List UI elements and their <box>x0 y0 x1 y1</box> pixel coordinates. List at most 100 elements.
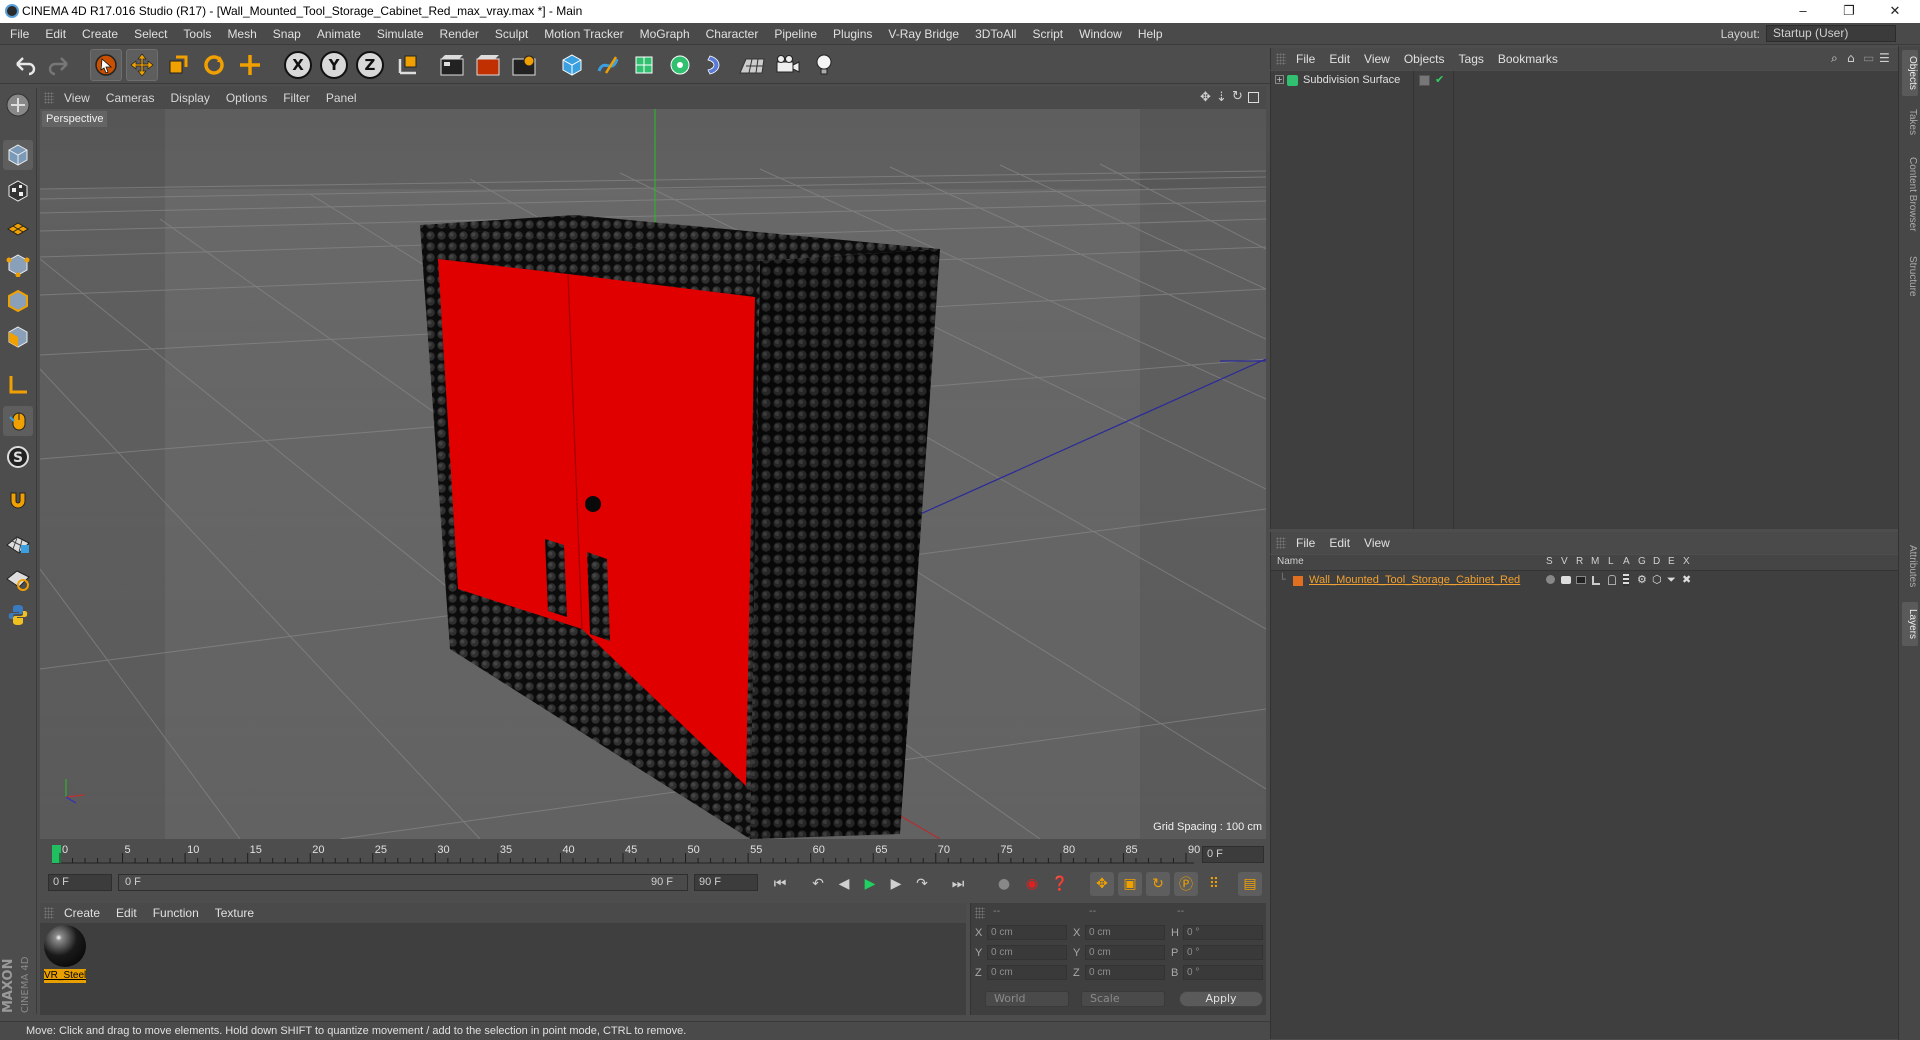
material-menu-create[interactable]: Create <box>56 903 108 923</box>
expand-icon[interactable]: + <box>1275 75 1284 84</box>
position-x-field[interactable]: 0 cm <box>987 925 1067 940</box>
coordinate-system-icon[interactable] <box>392 49 424 81</box>
search-icon[interactable]: ⌕ <box>1831 51 1838 66</box>
tab-attributes[interactable]: Attributes <box>1902 534 1918 598</box>
menu-select[interactable]: Select <box>126 23 175 45</box>
viewport-menu-filter[interactable]: Filter <box>275 87 318 109</box>
tab-structure[interactable]: Structure <box>1902 246 1918 306</box>
viewport-menu-view[interactable]: View <box>56 87 98 109</box>
xref-column-header[interactable]: X <box>1683 556 1690 567</box>
rotation-b-field[interactable]: 0 ° <box>1183 965 1263 980</box>
home-icon[interactable]: ⌂ <box>1847 51 1855 65</box>
name-column-header[interactable]: Name <box>1277 556 1304 567</box>
preview-range-slider[interactable]: 0 F 90 F <box>118 874 688 891</box>
animation-toggle-icon[interactable] <box>1623 574 1629 586</box>
y-axis-lock-button[interactable]: Y <box>318 49 350 81</box>
x-axis-lock-button[interactable]: X <box>282 49 314 81</box>
expressions-toggle-icon[interactable]: ⏷ <box>1667 573 1676 587</box>
menu-character[interactable]: Character <box>698 23 767 45</box>
panel-grip-icon[interactable] <box>975 907 985 919</box>
light-icon[interactable] <box>808 49 840 81</box>
size-x-field[interactable]: 0 cm <box>1085 925 1165 940</box>
size-y-field[interactable]: 0 cm <box>1085 945 1165 960</box>
tab-content-browser[interactable]: Content Browser <box>1902 146 1918 242</box>
material-menu-edit[interactable]: Edit <box>108 903 145 923</box>
render-settings-icon[interactable] <box>508 49 540 81</box>
apply-button[interactable]: Apply <box>1179 991 1263 1007</box>
key-parameter-icon[interactable]: Ⓟ <box>1174 872 1198 896</box>
material-menu-function[interactable]: Function <box>145 903 207 923</box>
points-mode-icon[interactable] <box>3 250 33 280</box>
tab-layers[interactable]: Layers <box>1902 602 1918 646</box>
rotate-tool-icon[interactable] <box>198 49 230 81</box>
menu-render[interactable]: Render <box>432 23 487 45</box>
key-position-icon[interactable]: ✥ <box>1090 872 1114 896</box>
viewport-menu-display[interactable]: Display <box>162 87 217 109</box>
next-key-icon[interactable]: ↷ <box>910 872 934 896</box>
menu-file[interactable]: File <box>2 23 37 45</box>
previous-frame-icon[interactable]: ◀ <box>832 872 856 896</box>
animation-column-header[interactable]: A <box>1623 556 1630 567</box>
previous-key-icon[interactable]: ↶ <box>806 872 830 896</box>
viewport-menu-panel[interactable]: Panel <box>318 87 365 109</box>
menu-motion-tracker[interactable]: Motion Tracker <box>536 23 631 45</box>
restore-button[interactable]: ❐ <box>1826 0 1872 23</box>
python-icon[interactable] <box>3 600 33 630</box>
go-to-end-icon[interactable]: ⏭ <box>946 872 970 896</box>
render-view-icon[interactable] <box>436 49 468 81</box>
new-window-icon[interactable]: ▭ <box>1863 51 1874 65</box>
menu-snap[interactable]: Snap <box>265 23 309 45</box>
model-mode-icon[interactable] <box>3 140 33 170</box>
manager-toggle-icon[interactable] <box>1592 576 1600 585</box>
objects-menu-view[interactable]: View <box>1357 48 1397 70</box>
viewport-menu-options[interactable]: Options <box>218 87 275 109</box>
layers-menu-view[interactable]: View <box>1357 532 1397 554</box>
workplane-mode-icon[interactable] <box>3 212 33 242</box>
viewport-zoom-icon[interactable]: ⇣ <box>1216 90 1227 105</box>
menu-script[interactable]: Script <box>1024 23 1071 45</box>
material-menu-texture[interactable]: Texture <box>207 903 262 923</box>
snapping-icon[interactable]: S <box>3 442 33 472</box>
size-z-field[interactable]: 0 cm <box>1085 965 1165 980</box>
panel-grip-icon[interactable] <box>1276 537 1286 549</box>
deformer-icon[interactable] <box>700 49 732 81</box>
position-y-field[interactable]: 0 cm <box>987 945 1067 960</box>
rotation-h-field[interactable]: 0 ° <box>1183 925 1263 940</box>
menu-simulate[interactable]: Simulate <box>369 23 432 45</box>
camera-label[interactable]: Perspective <box>42 111 108 127</box>
autokey-icon[interactable]: ❓ <box>1048 872 1072 896</box>
play-forward-icon[interactable]: ▶ <box>858 872 882 896</box>
recent-tool-icon[interactable] <box>234 49 266 81</box>
record-keys-disabled-icon[interactable]: ● <box>992 872 1016 896</box>
floor-icon[interactable] <box>736 49 768 81</box>
panel-grip-icon[interactable] <box>1276 53 1286 65</box>
move-tool-icon[interactable] <box>126 49 158 81</box>
manager-column-header[interactable]: M <box>1591 556 1599 567</box>
workplane-rotate-icon[interactable] <box>3 564 33 594</box>
edges-mode-icon[interactable] <box>3 286 33 316</box>
scale-tool-icon[interactable] <box>162 49 194 81</box>
go-to-start-icon[interactable]: ⏮ <box>768 872 792 896</box>
objects-menu-bookmarks[interactable]: Bookmarks <box>1491 48 1565 70</box>
solo-column-header[interactable]: S <box>1546 556 1553 567</box>
end-frame-field[interactable]: 90 F <box>694 874 758 891</box>
timeline-ruler[interactable]: 0 5 10 15 20 25 30 35 40 45 50 55 60 65 70 75 80 85 90 0 F <box>40 843 1266 867</box>
view-column-header[interactable]: V <box>1561 556 1568 567</box>
axis-mode-icon[interactable] <box>3 370 33 400</box>
objects-menu-edit[interactable]: Edit <box>1322 48 1357 70</box>
viewport-maximize-icon[interactable] <box>1248 92 1259 103</box>
object-row[interactable]: + Subdivision Surface ✔ <box>1271 73 1899 89</box>
menu-vray-bridge[interactable]: V-Ray Bridge <box>880 23 967 45</box>
objects-menu-tags[interactable]: Tags <box>1452 48 1491 70</box>
panel-grip-icon[interactable] <box>44 907 54 919</box>
generators-toggle-icon[interactable]: ⚙ <box>1637 573 1647 586</box>
locked-column-header[interactable]: L <box>1608 556 1614 567</box>
redo-icon[interactable] <box>44 49 76 81</box>
cloner-icon[interactable] <box>664 49 696 81</box>
start-frame-field[interactable]: 0 F <box>48 874 112 891</box>
lock-toggle-icon[interactable] <box>1608 575 1616 585</box>
undo-icon[interactable] <box>8 49 40 81</box>
transform-mode-dropdown[interactable]: Scale <box>1081 991 1165 1007</box>
layout-dropdown[interactable]: Startup (User) <box>1766 25 1896 42</box>
current-frame-field[interactable]: 0 F <box>1202 846 1264 863</box>
